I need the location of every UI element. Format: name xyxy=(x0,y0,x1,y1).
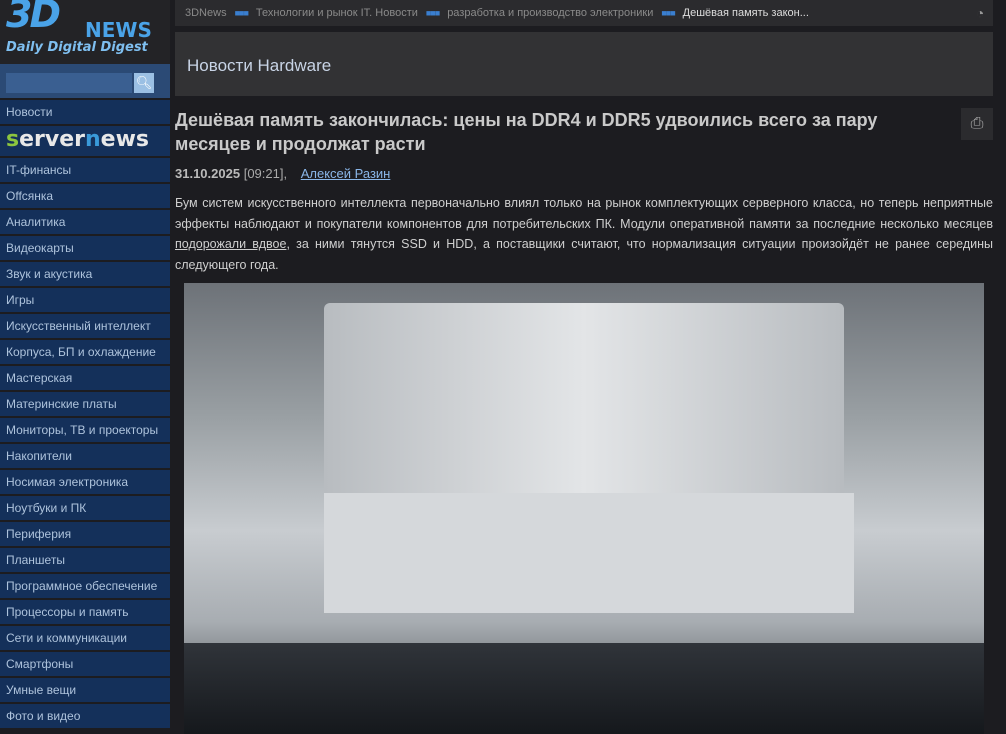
sidebar-item[interactable]: Смартфоны xyxy=(0,652,170,676)
main-content: 3DNews ■■■ Технологии и рынок IT. Новости ■… xyxy=(175,0,993,275)
breadcrumb-item: Дешёвая память закон... xyxy=(682,7,809,19)
breadcrumb-separator-icon: ■■■ xyxy=(234,8,249,18)
sidebar-item[interactable]: Новости xyxy=(0,100,170,124)
breadcrumb-separator-icon: ■■■ xyxy=(425,8,440,18)
sidebar-item[interactable]: Корпуса, БП и охлаждение xyxy=(0,340,170,364)
search-input[interactable] xyxy=(6,73,132,93)
search-icon: 🔍︎ xyxy=(135,75,153,90)
sidebar-item[interactable]: Мастерская xyxy=(0,366,170,390)
breadcrumb-item[interactable]: 3DNews xyxy=(185,7,227,19)
sidebar-item[interactable]: Периферия xyxy=(0,522,170,546)
sidebar-item[interactable]: Умные вещи xyxy=(0,678,170,702)
sidebar-item[interactable]: Носимая электроника xyxy=(0,470,170,494)
site-logo[interactable]: 3D NEWS Daily Digital Digest xyxy=(0,0,170,64)
rss-icon: ◔ xyxy=(975,5,985,21)
printer-icon: ⎙ xyxy=(970,115,984,132)
article-lead: Бум систем искусственного интеллекта пер… xyxy=(175,196,993,272)
sidebar: 3D NEWS Daily Digital Digest 🔍︎ Новости s… xyxy=(0,0,170,734)
sidebar-item[interactable]: Игры xyxy=(0,288,170,312)
lead-link[interactable]: подорожали вдвое xyxy=(175,237,286,251)
article-time: [09:21], xyxy=(243,166,288,181)
sidebar-item[interactable]: Звук и акустика xyxy=(0,262,170,286)
breadcrumb: 3DNews ■■■ Технологии и рынок IT. Новости ■… xyxy=(175,0,993,26)
sidebar-item[interactable]: Материнские платы xyxy=(0,392,170,416)
breadcrumb-item[interactable]: Технологии и рынок IT. Новости xyxy=(256,7,418,19)
search-button[interactable]: 🔍︎ xyxy=(134,73,154,93)
sidebar-item[interactable]: Видеокарты xyxy=(0,236,170,260)
sidebar-item[interactable]: Ноутбуки и ПК xyxy=(0,496,170,520)
sidebar-item[interactable]: Фото и видео xyxy=(0,704,170,728)
sidebar-nav: Новости servernews IT-финансы Offсянка Анали… xyxy=(0,100,170,728)
sidebar-item[interactable]: Сети и коммуникации xyxy=(0,626,170,650)
sidebar-item[interactable]: IT-финансы xyxy=(0,158,170,182)
sidebar-item[interactable]: servernews xyxy=(0,126,170,156)
sidebar-item[interactable]: Аналитика xyxy=(0,210,170,234)
author-link[interactable]: Алексей Разин xyxy=(301,166,391,181)
sidebar-item[interactable]: Процессоры и память xyxy=(0,600,170,624)
sidebar-item[interactable]: Мониторы, ТВ и проекторы xyxy=(0,418,170,442)
sidebar-item[interactable]: Планшеты xyxy=(0,548,170,572)
article-title: Дешёвая память закончилась: цены на DDR4… xyxy=(175,110,878,154)
article-date: 31.10.2025 xyxy=(175,166,241,181)
breadcrumb-separator-icon: ■■■ xyxy=(661,8,675,18)
section-title: Новости Hardware xyxy=(175,32,993,96)
sidebar-item[interactable]: Искусственный интеллект xyxy=(0,314,170,338)
article-image xyxy=(184,283,984,734)
sidebar-item[interactable]: Offсянка xyxy=(0,184,170,208)
print-button[interactable]: ⎙ xyxy=(961,108,993,140)
sidebar-item[interactable]: Программное обеспечение xyxy=(0,574,170,598)
search-bar: 🔍︎ xyxy=(0,64,170,100)
article-meta: 31.10.2025 [09:21], Алексей Разин xyxy=(175,166,993,181)
breadcrumb-item[interactable]: разработка и производство электроники xyxy=(447,7,653,19)
sidebar-item[interactable]: Накопители xyxy=(0,444,170,468)
rss-button[interactable]: ◔ xyxy=(967,0,993,26)
